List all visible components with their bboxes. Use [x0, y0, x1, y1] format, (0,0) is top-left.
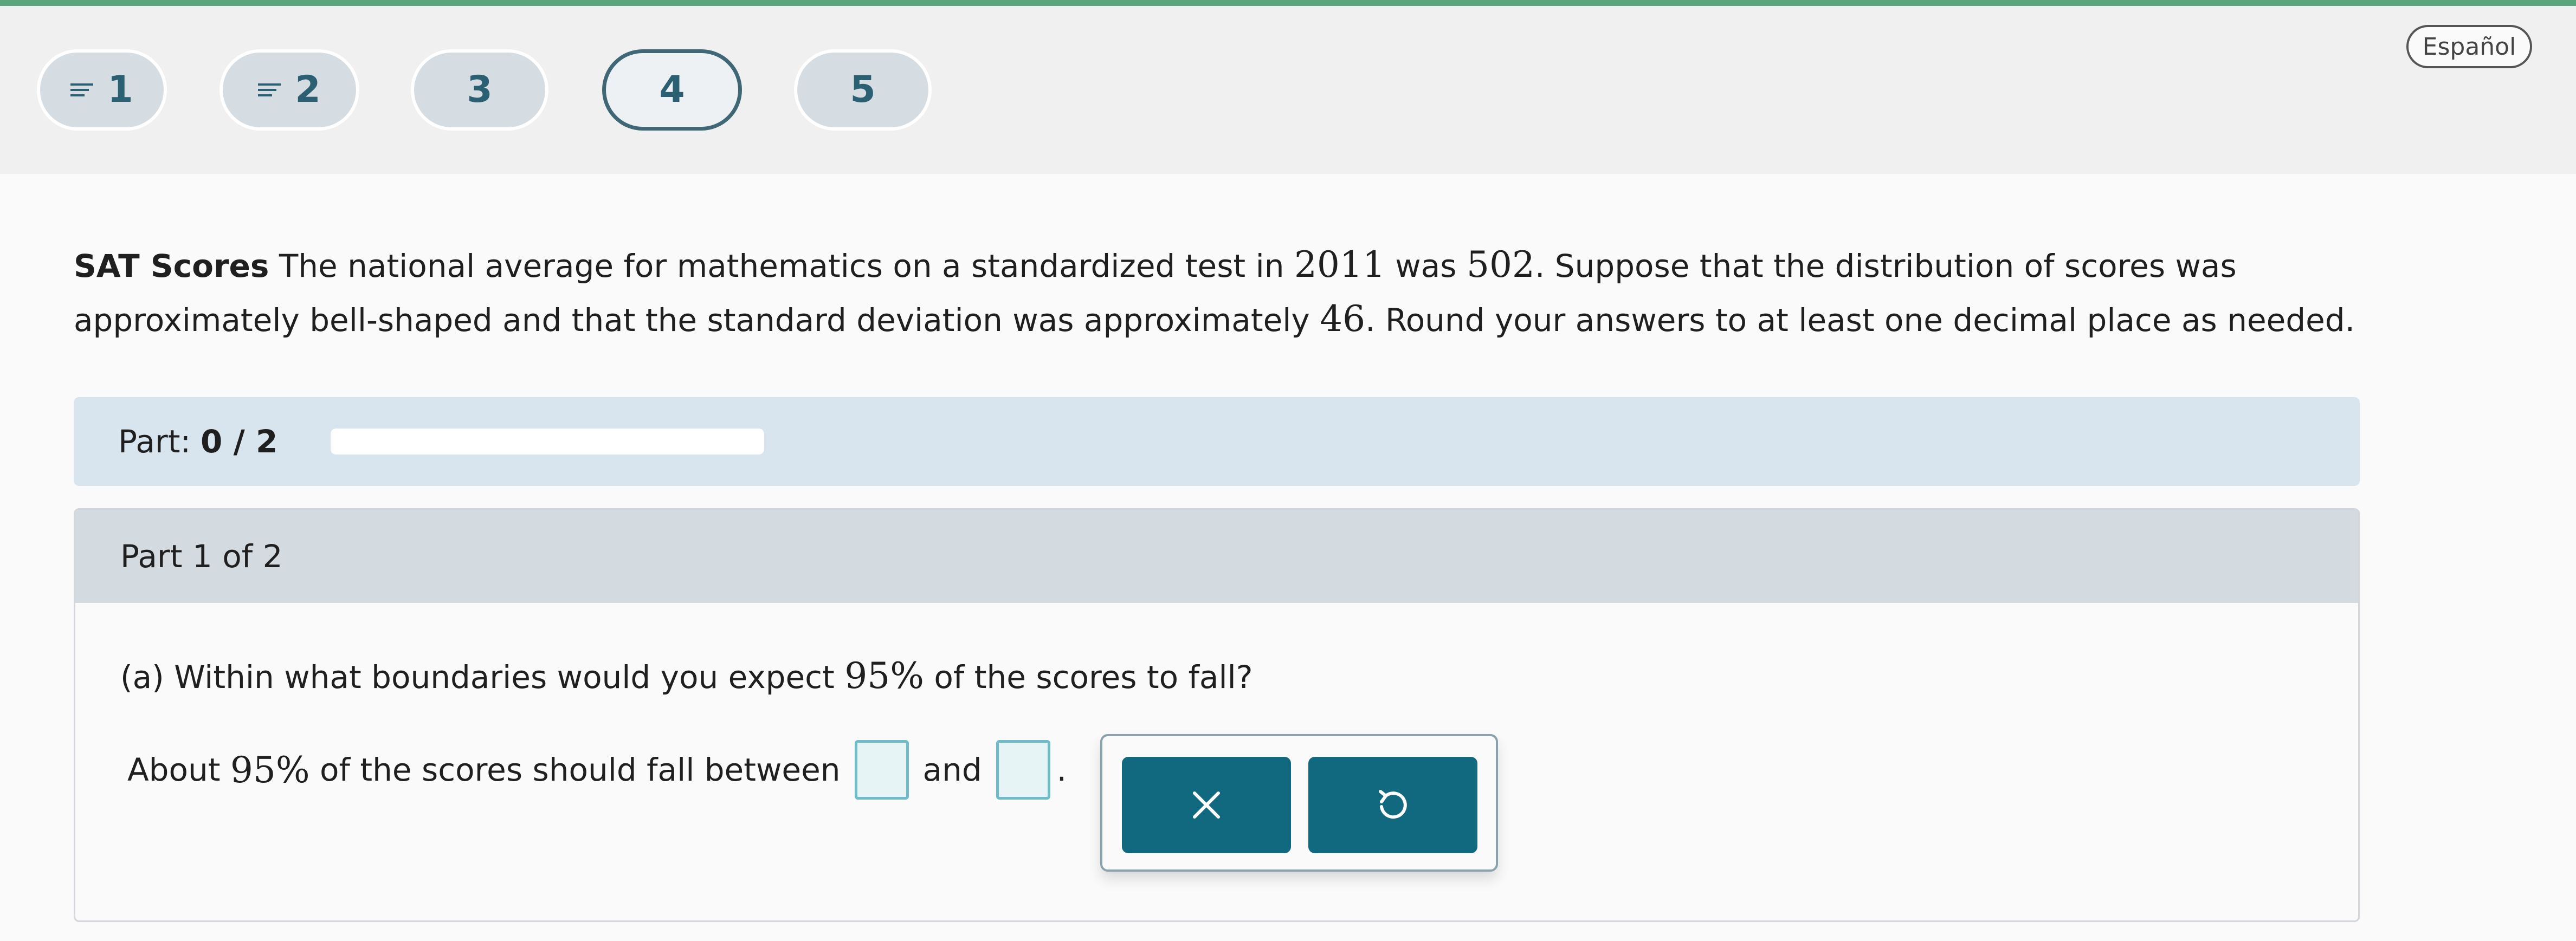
progress-value: 0 / 2 — [201, 423, 278, 460]
lower-bound-input[interactable] — [854, 740, 909, 800]
list-lines-icon — [70, 80, 94, 100]
top-accent-bar — [0, 0, 2576, 6]
question-pill-1[interactable]: 1 — [37, 49, 167, 131]
problem-mean: 502 — [1466, 244, 1535, 285]
problem-text: The national average for mathematics on … — [269, 248, 1294, 284]
list-lines-icon — [258, 80, 281, 100]
question-pill-number: 1 — [107, 68, 133, 111]
problem-text: was — [1385, 248, 1467, 284]
question-percent: 95% — [844, 655, 924, 697]
problem-sd: 46 — [1320, 298, 1366, 340]
problem-title: SAT Scores — [74, 248, 269, 284]
question-text: (a) Within what boundaries would you exp… — [120, 659, 845, 696]
undo-icon — [1379, 790, 1407, 819]
answer-line: About 95% of the scores should fall betw… — [127, 737, 1067, 802]
question-pill-number: 4 — [659, 68, 685, 111]
answer-and-text: and — [922, 751, 982, 788]
answer-text: About — [127, 751, 230, 788]
answer-period: . — [1056, 751, 1067, 788]
part-progress-bar: Part: 0 / 2 — [74, 397, 2360, 486]
question-pill-4[interactable]: 4 — [602, 49, 742, 131]
question-pill-3[interactable]: 3 — [411, 49, 548, 131]
problem-statement: SAT Scores The national average for math… — [74, 238, 2404, 347]
part-card-header: Part 1 of 2 — [75, 510, 2358, 603]
progress-track — [331, 429, 764, 455]
clear-button[interactable] — [1122, 757, 1291, 853]
progress-label-text: Part: — [118, 423, 191, 460]
question-pill-number: 5 — [850, 68, 876, 111]
answer-percent: 95% — [230, 749, 310, 791]
part-question: (a) Within what boundaries would you exp… — [120, 652, 1253, 702]
question-pill-number: 2 — [295, 68, 321, 111]
problem-text: . Round your answers to at least one dec… — [1365, 302, 2355, 339]
question-pill-2[interactable]: 2 — [219, 49, 359, 131]
answer-tools-popover — [1100, 734, 1498, 872]
part-card-title: Part 1 of 2 — [120, 538, 283, 575]
question-text: of the scores to fall? — [924, 659, 1253, 696]
question-pill-number: 3 — [467, 68, 493, 111]
problem-year: 2011 — [1294, 244, 1385, 285]
upper-bound-input[interactable] — [996, 740, 1050, 800]
close-icon — [1193, 791, 1220, 819]
language-toggle-button[interactable]: Español — [2406, 25, 2532, 68]
question-nav-header: 1 2 3 4 5 Español — [0, 6, 2576, 174]
undo-button[interactable] — [1308, 757, 1477, 853]
question-pill-5[interactable]: 5 — [794, 49, 932, 131]
answer-text: of the scores should fall between — [309, 751, 841, 788]
part-progress-label: Part: 0 / 2 — [118, 397, 277, 486]
